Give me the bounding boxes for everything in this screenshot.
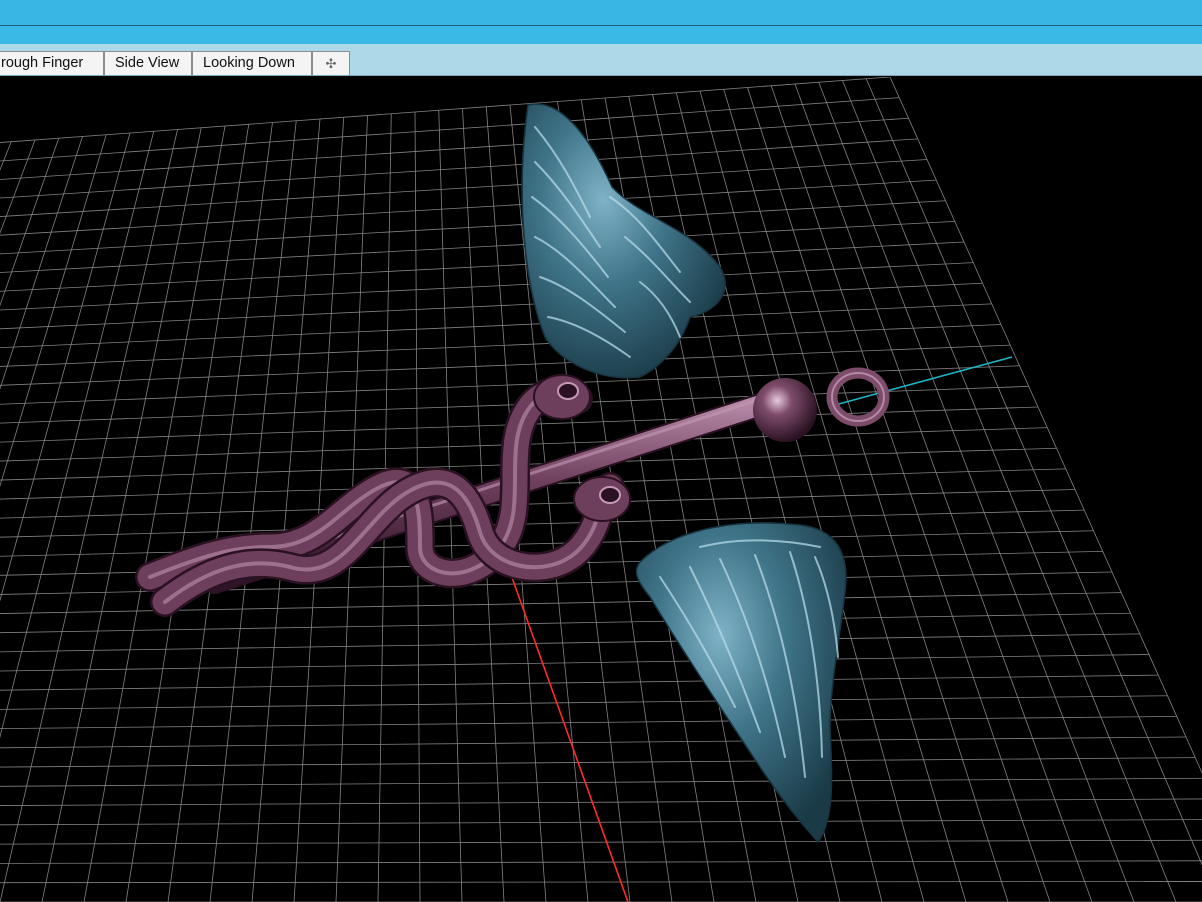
tab-label: Side View <box>115 55 180 71</box>
tab-label: Looking Down <box>203 55 295 71</box>
tab-label: rough Finger <box>1 55 84 71</box>
y-axis-line <box>834 356 1013 406</box>
tab-looking-down[interactable]: Looking Down <box>192 51 312 75</box>
ribbon-strip <box>0 26 1202 44</box>
lower-wing <box>635 522 847 844</box>
3d-viewport[interactable] <box>0 77 1202 902</box>
plus-icon: ✣ <box>325 56 337 71</box>
viewport-scene <box>0 77 1202 902</box>
staff-ball <box>753 378 817 442</box>
title-bar <box>0 0 1202 25</box>
tab-side-view[interactable]: Side View <box>104 51 192 75</box>
upper-wing <box>521 103 726 379</box>
add-tab-button[interactable]: ✣ <box>312 51 350 75</box>
view-tab-bar: rough Finger Side View Looking Down ✣ <box>0 44 1202 76</box>
tab-through-finger[interactable]: rough Finger <box>0 51 104 75</box>
